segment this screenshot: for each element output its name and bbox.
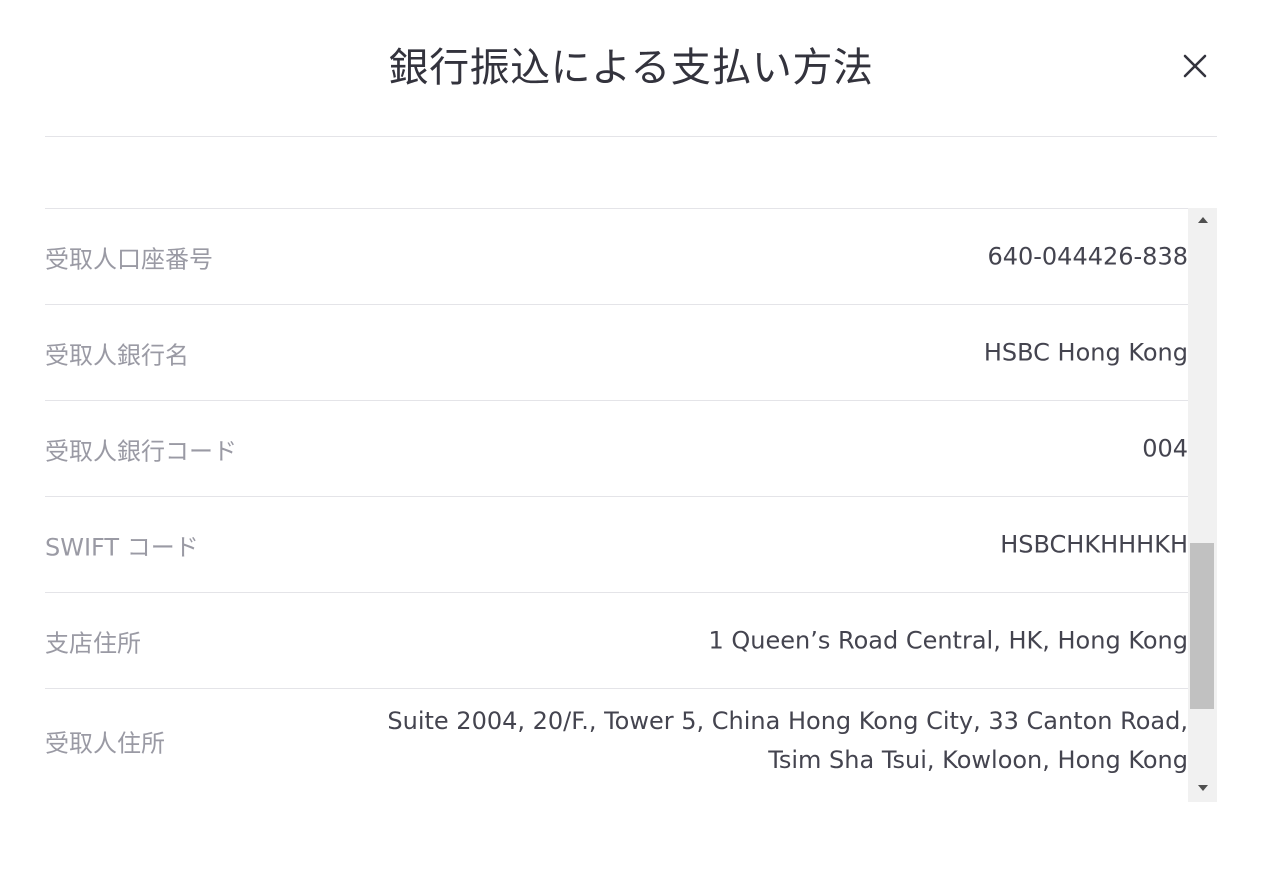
detail-label: 受取人銀行コード [45,437,237,465]
detail-value: 640-044426-838 [987,237,1188,276]
scroll-up-button[interactable] [1188,208,1217,234]
detail-value-line: HSBCHKHHHKH [1000,530,1188,558]
scroll-down-button[interactable] [1188,776,1217,802]
detail-value: HSBCHKHHHKH [1000,525,1188,564]
detail-value: Suite 2004, 20/F., Tower 5, China Hong K… [387,702,1188,780]
dialog-title: 銀行振込による支払い方法 [388,45,874,91]
close-button[interactable] [1177,48,1213,84]
triangle-down-icon [1197,785,1208,791]
detail-value-line: Tsim Sha Tsui, Kowloon, Hong Kong [768,745,1188,774]
detail-value-line: Suite 2004, 20/F., Tower 5, China Hong K… [387,706,1188,735]
details-scroll-area[interactable]: 受取人口座番号 640-044426-838 受取人銀行名 HSBC Hong … [45,208,1217,802]
detail-value-line: 1 Queen’s Road Central, HK, Hong Kong [708,626,1188,654]
triangle-up-icon [1197,217,1208,223]
detail-label: SWIFT コード [45,533,199,561]
scroll-thumb[interactable] [1190,543,1214,709]
detail-label: 支店住所 [45,629,141,657]
details-list: 受取人口座番号 640-044426-838 受取人銀行名 HSBC Hong … [45,208,1188,792]
detail-row-bank-code: 受取人銀行コード 004 [45,400,1188,496]
detail-value: 004 [1142,429,1188,468]
bank-transfer-dialog: 銀行振込による支払い方法 受取人口座番号 640-044426-838 受取人銀… [0,0,1264,872]
detail-row-swift-code: SWIFT コード HSBCHKHHHKH [45,496,1188,592]
detail-row-bank-name: 受取人銀行名 HSBC Hong Kong [45,304,1188,400]
detail-label: 受取人住所 [45,729,165,757]
detail-value-line: 004 [1142,434,1188,462]
detail-value-line: HSBC Hong Kong [983,338,1188,366]
detail-row-account-number: 受取人口座番号 640-044426-838 [45,208,1188,304]
detail-value: HSBC Hong Kong [984,333,1188,372]
vertical-scrollbar[interactable] [1188,208,1217,802]
detail-row-branch-address: 支店住所 1 Queen’s Road Central, HK, Hong Ko… [45,592,1188,688]
detail-label: 受取人銀行名 [45,341,189,369]
detail-value: 1 Queen’s Road Central, HK, Hong Kong [708,621,1188,660]
dialog-header: 銀行振込による支払い方法 [45,0,1217,137]
detail-row-recipient-address: 受取人住所 Suite 2004, 20/F., Tower 5, China … [45,688,1188,792]
detail-label: 受取人口座番号 [45,245,213,273]
close-icon [1183,54,1207,78]
detail-value-line: 640-044426-838 [987,242,1188,270]
